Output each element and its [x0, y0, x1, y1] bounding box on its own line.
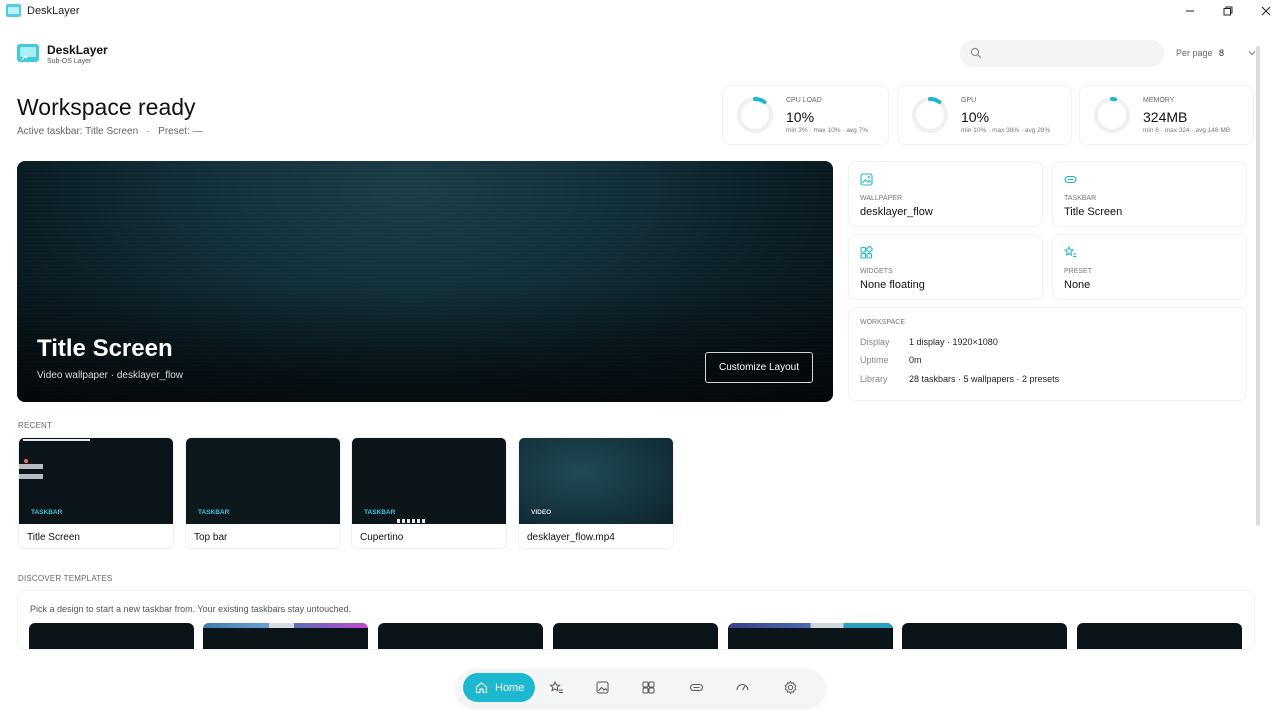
info-card-widgets[interactable]: WIDGETS None floating [848, 234, 1043, 300]
widgets-icon [860, 246, 873, 259]
settings-icon[interactable] [783, 680, 798, 695]
home-icon [475, 682, 488, 694]
presets-icon[interactable] [549, 680, 564, 695]
template-card[interactable] [1077, 623, 1242, 649]
page-subtitle: Active taskbar: Title Screen · Preset: — [17, 126, 203, 137]
info-card-taskbar[interactable]: TASKBAR Title Screen [1052, 161, 1247, 227]
template-card[interactable] [553, 623, 718, 649]
recent-tag: VIDEO [531, 509, 552, 516]
stat-label: GPU [961, 97, 977, 104]
recent-item[interactable]: TASKBAR Title Screen [18, 437, 174, 549]
info-label: WALLPAPER [860, 195, 903, 202]
search-icon [970, 47, 982, 59]
template-card[interactable] [728, 623, 893, 649]
recent-name: Cupertino [360, 532, 404, 543]
window-title: DeskLayer [27, 5, 80, 17]
workspace-value: 0m [909, 355, 922, 365]
info-value: Title Screen [1064, 206, 1123, 218]
info-card-wallpaper[interactable]: WALLPAPER desklayer_flow [848, 161, 1043, 227]
brand-subtitle: Sub-OS Layer [47, 58, 92, 65]
maximize-button[interactable] [1209, 0, 1247, 22]
recent-item[interactable]: TASKBAR Cupertino [351, 437, 507, 549]
info-label: WIDGETS [860, 268, 893, 275]
minimize-button[interactable] [1171, 0, 1209, 22]
info-value: None floating [860, 279, 925, 291]
hero-title: Title Screen [37, 335, 173, 362]
hero-preview[interactable]: Title Screen Video wallpaper · desklayer… [17, 161, 833, 402]
info-card-preset[interactable]: PRESET None [1052, 234, 1247, 300]
stat-meta: min 6 · max 324 · avg 148 MB [1143, 127, 1231, 134]
bottom-nav: Home [456, 669, 825, 706]
template-card[interactable] [29, 623, 194, 649]
app-icon [6, 4, 21, 17]
image-icon [860, 173, 873, 186]
chevron-down-icon [1248, 51, 1256, 56]
stat-card-gpu: GPU 10% min 10% · max 38% · avg 28% [897, 85, 1072, 145]
nav-home-label: Home [495, 682, 525, 694]
recent-item[interactable]: TASKBAR Top bar [185, 437, 341, 549]
workspace-card: WORKSPACE Display 1 display · 1920×1080 … [848, 307, 1247, 401]
stat-meta: min 3% · max 10% · avg 7% [786, 127, 869, 134]
discover-description: Pick a design to start a new taskbar fro… [30, 604, 352, 614]
recent-name: Top bar [194, 532, 228, 543]
stat-value: 10% [786, 109, 815, 125]
restore-icon [1223, 6, 1233, 16]
template-card[interactable] [902, 623, 1067, 649]
stat-meta: min 10% · max 38% · avg 28% [961, 127, 1051, 134]
recent-tag: TASKBAR [198, 509, 230, 516]
workspace-value: 1 display · 1920×1080 [909, 337, 998, 347]
recent-item[interactable]: VIDEO desklayer_flow.mp4 [518, 437, 674, 549]
close-button[interactable] [1247, 0, 1280, 22]
info-value: desklayer_flow [860, 206, 933, 218]
per-page-label: Per page [1176, 48, 1213, 58]
brand-name: DeskLayer [47, 43, 108, 57]
brand-logo-icon [17, 44, 39, 62]
template-card[interactable] [203, 623, 368, 649]
widgets-icon[interactable] [641, 680, 656, 695]
workspace-value: 28 taskbars · 5 wallpapers · 2 presets [909, 374, 1060, 384]
recent-name: desklayer_flow.mp4 [527, 532, 615, 543]
memory-gauge [1094, 97, 1130, 133]
workspace-title: WORKSPACE [860, 319, 905, 326]
customize-layout-button[interactable]: Customize Layout [705, 352, 813, 383]
recent-tag: TASKBAR [31, 509, 63, 516]
page-title: Workspace ready [17, 94, 196, 120]
performance-icon[interactable] [735, 680, 750, 695]
taskbars-icon[interactable] [689, 680, 704, 695]
scrollbar[interactable] [1256, 46, 1260, 526]
wallpapers-icon[interactable] [595, 680, 610, 695]
info-label: PRESET [1064, 268, 1093, 275]
stat-value: 324MB [1143, 109, 1188, 125]
hero-subtitle: Video wallpaper · desklayer_flow [37, 370, 184, 381]
cpu-gauge [737, 97, 773, 133]
discover-templates: Pick a design to start a new taskbar fro… [17, 590, 1255, 650]
minimize-icon [1186, 10, 1194, 12]
workspace-key: Uptime [860, 355, 889, 365]
template-card[interactable] [378, 623, 543, 649]
stat-card-memory: MEMORY 324MB min 6 · max 324 · avg 148 M… [1079, 85, 1254, 145]
recent-name: Title Screen [27, 532, 80, 543]
recent-tag: TASKBAR [364, 509, 396, 516]
info-value: None [1064, 279, 1091, 291]
info-label: TASKBAR [1064, 195, 1097, 202]
taskbar-icon [1064, 175, 1077, 184]
stat-card-cpu: CPU LOAD 10% min 3% · max 10% · avg 7% [722, 85, 889, 145]
gpu-gauge [912, 97, 948, 133]
nav-home-button[interactable]: Home [463, 673, 535, 702]
workspace-key: Display [860, 337, 890, 347]
discover-section-label: DISCOVER TEMPLATES [18, 574, 113, 583]
stat-value: 10% [961, 109, 990, 125]
star-list-icon [1064, 246, 1077, 257]
per-page-value: 8 [1219, 48, 1225, 58]
stat-label: CPU LOAD [786, 97, 822, 104]
close-icon [1261, 6, 1271, 16]
window-titlebar: DeskLayer [0, 0, 1280, 22]
workspace-key: Library [860, 374, 888, 384]
recent-section-label: RECENT [18, 421, 53, 430]
stat-label: MEMORY [1143, 97, 1175, 104]
search-input[interactable] [960, 40, 1164, 67]
